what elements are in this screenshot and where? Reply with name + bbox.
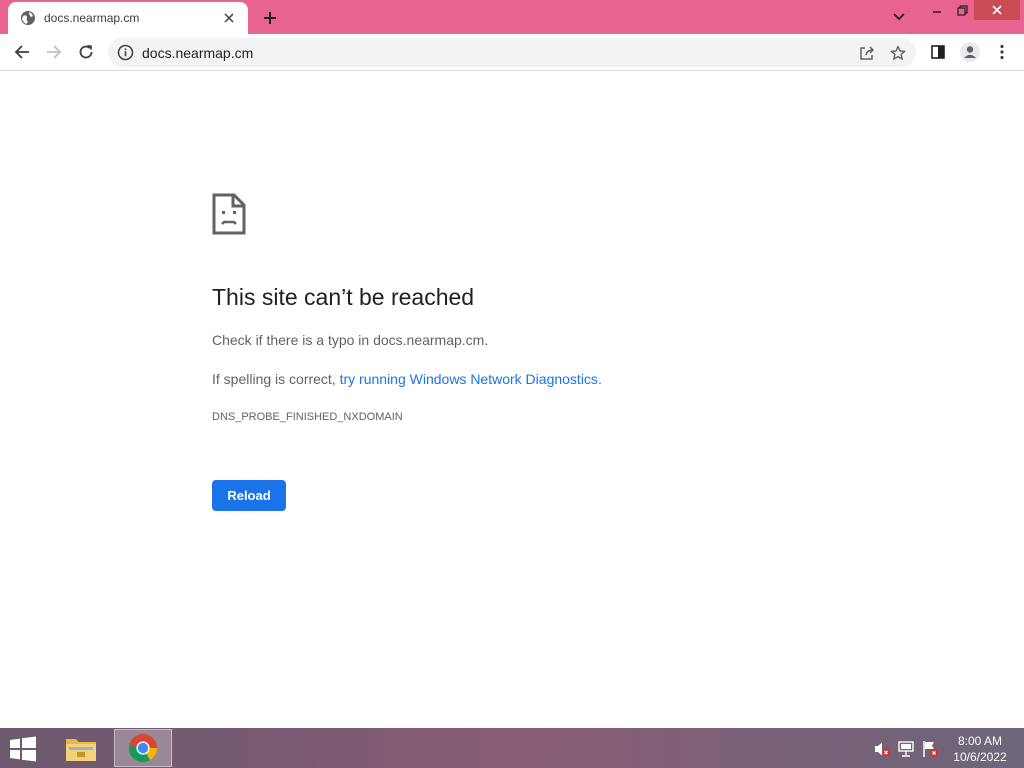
- sad-document-icon: [212, 193, 246, 235]
- restore-button[interactable]: [947, 0, 977, 20]
- network-diagnostics-link[interactable]: try running Windows Network Diagnostics: [340, 371, 598, 387]
- taskbar: 8:00 AM 10/6/2022: [0, 728, 1024, 768]
- profile-avatar-icon[interactable]: [956, 38, 984, 66]
- network-icon[interactable]: [897, 740, 915, 758]
- bookmark-star-icon[interactable]: [887, 42, 909, 64]
- side-panel-icon[interactable]: [924, 38, 952, 66]
- share-icon[interactable]: [856, 42, 878, 64]
- tab-close-icon[interactable]: [220, 9, 238, 27]
- action-center-flag-icon[interactable]: [921, 740, 939, 758]
- error-typo-hint: Check if there is a typo in docs.nearmap…: [212, 332, 489, 348]
- forward-arrow-icon[interactable]: [40, 38, 68, 66]
- error-diagnostics-hint: If spelling is correct, try running Wind…: [212, 371, 602, 387]
- chrome-icon[interactable]: [114, 729, 172, 767]
- diagnostics-prefix: If spelling is correct,: [212, 371, 340, 387]
- browser-toolbar: docs.nearmap.cm: [0, 34, 1024, 71]
- tab-title: docs.nearmap.cm: [44, 11, 140, 25]
- file-explorer-icon[interactable]: [60, 731, 102, 765]
- clock-time: 8:00 AM: [957, 734, 1003, 748]
- windows-start-icon[interactable]: [6, 734, 40, 764]
- reload-icon[interactable]: [72, 38, 100, 66]
- speaker-muted-icon[interactable]: [873, 740, 891, 758]
- more-menu-icon[interactable]: [988, 38, 1016, 66]
- back-arrow-icon[interactable]: [8, 38, 36, 66]
- new-tab-plus-icon[interactable]: [259, 7, 281, 29]
- system-clock[interactable]: 8:00 AM 10/6/2022: [944, 733, 1016, 765]
- browser-tab[interactable]: docs.nearmap.cm: [8, 2, 248, 34]
- reload-button[interactable]: Reload: [212, 480, 286, 511]
- error-code: DNS_PROBE_FINISHED_NXDOMAIN: [212, 411, 403, 423]
- window-close-button[interactable]: [974, 0, 1020, 20]
- url-text[interactable]: docs.nearmap.cm: [142, 45, 253, 61]
- address-bar[interactable]: docs.nearmap.cm: [108, 38, 916, 67]
- site-info-icon[interactable]: [117, 44, 134, 61]
- diagnostics-suffix: .: [597, 371, 602, 387]
- tab-search-chevron-icon[interactable]: [889, 8, 909, 26]
- globe-icon: [20, 10, 36, 26]
- clock-date: 10/6/2022: [953, 750, 1007, 764]
- error-title: This site can’t be reached: [212, 284, 475, 310]
- tab-strip: docs.nearmap.cm: [0, 0, 1024, 34]
